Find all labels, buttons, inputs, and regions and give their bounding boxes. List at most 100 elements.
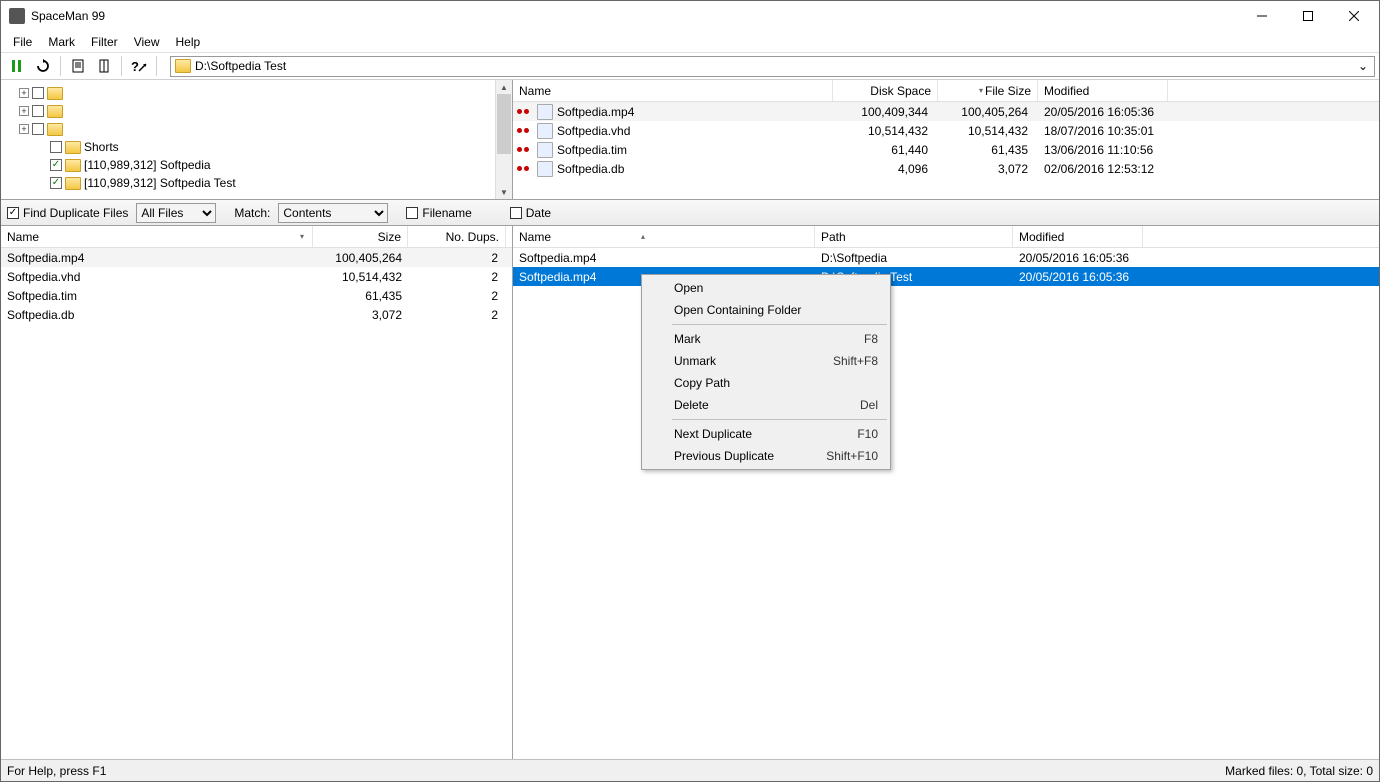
- tree-row[interactable]: [110,989,312] Softpedia Test: [19, 174, 491, 192]
- path-col-path[interactable]: Path: [815, 226, 1013, 247]
- col-name[interactable]: Name: [513, 80, 833, 101]
- menu-item[interactable]: UnmarkShift+F8: [644, 350, 888, 372]
- path-list-header: Name▴ Path Modified: [513, 226, 1379, 248]
- tree-row[interactable]: +: [19, 102, 491, 120]
- scroll-thumb[interactable]: [497, 94, 511, 154]
- menu-filter[interactable]: Filter: [83, 33, 126, 51]
- tree-row[interactable]: [110,989,312] Softpedia: [19, 156, 491, 174]
- path-input[interactable]: [195, 59, 1356, 73]
- tree-row[interactable]: +: [19, 120, 491, 138]
- refresh-button[interactable]: [31, 55, 55, 77]
- file-name: Softpedia.mp4: [557, 105, 833, 119]
- expander-icon[interactable]: +: [19, 88, 29, 98]
- svg-text:?: ?: [131, 59, 139, 73]
- file-row[interactable]: Softpedia.tim61,44061,43513/06/2016 11:1…: [513, 140, 1379, 159]
- chevron-down-icon[interactable]: ⌄: [1356, 59, 1370, 73]
- file-row[interactable]: Softpedia.vhd10,514,43210,514,43218/07/2…: [513, 121, 1379, 140]
- tree-checkbox[interactable]: [50, 159, 62, 171]
- maximize-button[interactable]: [1285, 1, 1331, 31]
- file-icon: [537, 142, 553, 158]
- folder-icon: [47, 105, 63, 118]
- file-row[interactable]: Softpedia.db4,0963,07202/06/2016 12:53:1…: [513, 159, 1379, 178]
- dup-col-name-label: Name: [7, 230, 39, 244]
- dup-row[interactable]: Softpedia.vhd10,514,4322: [1, 267, 512, 286]
- menu-item-label: Previous Duplicate: [674, 449, 774, 463]
- report-button[interactable]: [66, 55, 90, 77]
- dup-name: Softpedia.tim: [1, 289, 313, 303]
- help-button[interactable]: ?: [127, 55, 151, 77]
- status-left: For Help, press F1: [7, 764, 106, 778]
- menu-item[interactable]: Copy Path: [644, 372, 888, 394]
- col-filesize[interactable]: ▾File Size: [938, 80, 1038, 101]
- tree-checkbox[interactable]: [50, 141, 62, 153]
- scroll-up-icon[interactable]: ▲: [496, 80, 512, 94]
- dup-col-nodups[interactable]: No. Dups.: [408, 226, 506, 247]
- filetype-select[interactable]: All Files: [136, 203, 216, 223]
- folder-icon: [65, 177, 81, 190]
- tree-checkbox[interactable]: [50, 177, 62, 189]
- path-row[interactable]: Softpedia.mp4D:\Softpedia20/05/2016 16:0…: [513, 248, 1379, 267]
- dup-row[interactable]: Softpedia.db3,0722: [1, 305, 512, 324]
- menu-item[interactable]: DeleteDel: [644, 394, 888, 416]
- dup-col-size[interactable]: Size: [313, 226, 408, 247]
- dup-row[interactable]: Softpedia.mp4100,405,2642: [1, 248, 512, 267]
- menu-view[interactable]: View: [126, 33, 168, 51]
- match-select[interactable]: Contents: [278, 203, 388, 223]
- menu-mark[interactable]: Mark: [40, 33, 83, 51]
- file-size: 10,514,432: [938, 124, 1038, 138]
- menu-item-shortcut: F8: [864, 332, 878, 346]
- folder-icon: [65, 141, 81, 154]
- menu-item[interactable]: MarkF8: [644, 328, 888, 350]
- dup-count: 2: [408, 251, 506, 265]
- folder-icon: [47, 123, 63, 136]
- col-diskspace[interactable]: Disk Space: [833, 80, 938, 101]
- path-combobox[interactable]: ⌄: [170, 56, 1375, 77]
- menu-item[interactable]: Open Containing Folder: [644, 299, 888, 321]
- tree-scrollbar[interactable]: ▲ ▼: [495, 80, 512, 199]
- col-modified[interactable]: Modified: [1038, 80, 1168, 101]
- menu-item[interactable]: Next DuplicateF10: [644, 423, 888, 445]
- folder-icon: [65, 159, 81, 172]
- file-list[interactable]: Softpedia.mp4100,409,344100,405,26420/05…: [513, 102, 1379, 178]
- date-checkbox[interactable]: Date: [510, 206, 551, 220]
- path-col-name-label: Name: [519, 230, 551, 244]
- sort-icon: ▾: [300, 232, 304, 241]
- filename-checkbox[interactable]: Filename: [406, 206, 471, 220]
- filename-label: Filename: [422, 206, 471, 220]
- menu-item-label: Open: [674, 281, 703, 295]
- find-duplicates-checkbox[interactable]: Find Duplicate Files: [7, 206, 128, 220]
- path-col-modified[interactable]: Modified: [1013, 226, 1143, 247]
- menu-item-label: Open Containing Folder: [674, 303, 801, 317]
- folder-tree[interactable]: + + + Shorts [110,989,312] Softpedia [110,989…: [1, 80, 495, 199]
- file-list-header: Name Disk Space ▾File Size Modified: [513, 80, 1379, 102]
- menu-item[interactable]: Previous DuplicateShift+F10: [644, 445, 888, 467]
- dup-row[interactable]: Softpedia.tim61,4352: [1, 286, 512, 305]
- menu-item[interactable]: Open: [644, 277, 888, 299]
- menu-file[interactable]: File: [5, 33, 40, 51]
- date-label: Date: [526, 206, 551, 220]
- tree-row[interactable]: Shorts: [19, 138, 491, 156]
- tree-checkbox[interactable]: [32, 87, 44, 99]
- file-modified: 20/05/2016 16:05:36: [1038, 105, 1188, 119]
- dup-col-name[interactable]: Name ▾: [1, 226, 313, 247]
- path-col-name[interactable]: Name▴: [513, 226, 815, 247]
- scan-button[interactable]: [5, 55, 29, 77]
- tree-row[interactable]: +: [19, 84, 491, 102]
- tree-label: [110,989,312] Softpedia: [84, 158, 211, 172]
- menu-help[interactable]: Help: [167, 33, 208, 51]
- minimize-button[interactable]: [1239, 1, 1285, 31]
- file-row[interactable]: Softpedia.mp4100,409,344100,405,26420/05…: [513, 102, 1379, 121]
- dup-list[interactable]: Softpedia.mp4100,405,2642Softpedia.vhd10…: [1, 248, 512, 324]
- tree-checkbox[interactable]: [32, 105, 44, 117]
- file-name: Softpedia.vhd: [557, 124, 833, 138]
- expander-icon[interactable]: +: [19, 106, 29, 116]
- toolbar-sep: [156, 56, 157, 76]
- dup-name: Softpedia.vhd: [1, 270, 313, 284]
- scroll-down-icon[interactable]: ▼: [496, 185, 512, 199]
- context-menu[interactable]: Open Open Containing Folder MarkF8UnmarkSh…: [641, 274, 891, 470]
- filter-button[interactable]: [92, 55, 116, 77]
- folder-icon: [175, 59, 191, 73]
- tree-checkbox[interactable]: [32, 123, 44, 135]
- expander-icon[interactable]: +: [19, 124, 29, 134]
- close-button[interactable]: [1331, 1, 1377, 31]
